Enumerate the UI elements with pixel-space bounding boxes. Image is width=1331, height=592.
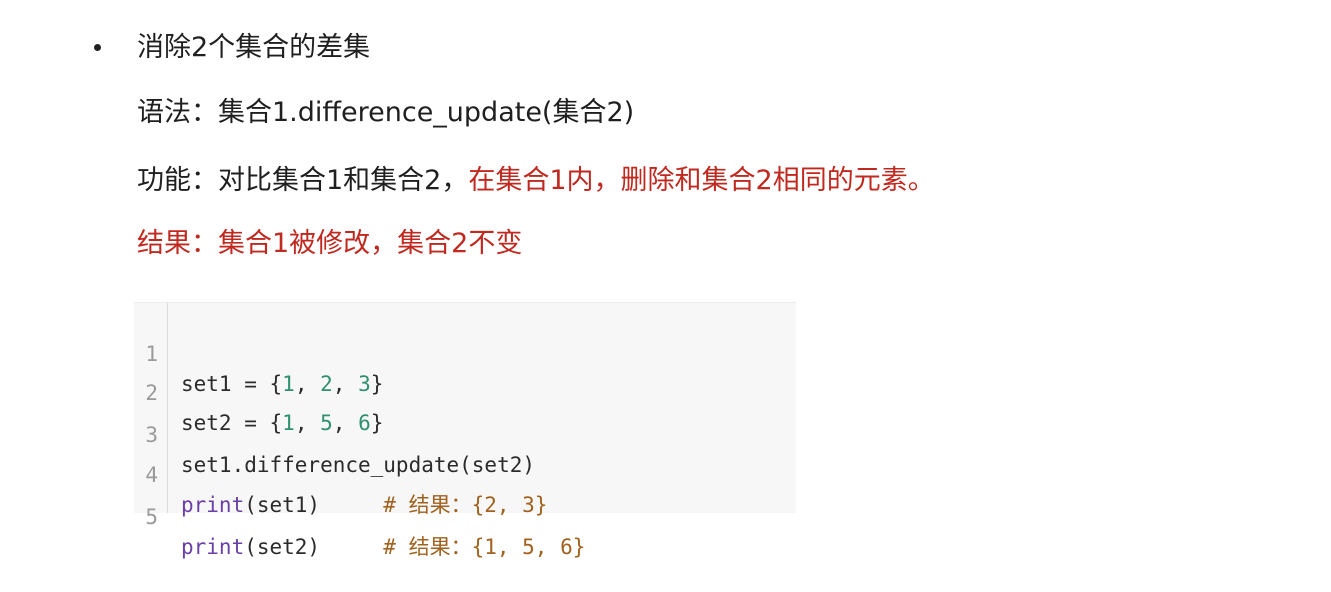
- bullet-point-icon: [94, 44, 101, 51]
- function-prefix: 功能：对比集合1和集合2，: [137, 165, 469, 196]
- code-line: 2 set2 = {1, 5, 6}: [134, 348, 796, 435]
- code-line: 5 print(set2) # 结果：{1, 5, 6}: [134, 472, 796, 559]
- code-line: 3 set1.difference_update(set2): [134, 390, 796, 477]
- bullet-title: 消除2个集合的差集: [137, 32, 371, 63]
- syntax-line: 语法：集合1.difference_update(集合2): [137, 97, 635, 128]
- result-line: 结果：集合1被修改，集合2不变: [137, 228, 523, 259]
- function-highlight: 在集合1内，删除和集合2相同的元素。: [468, 165, 935, 196]
- line-number: 5: [145, 505, 158, 529]
- code-block: 1 set1 = {1, 2, 3} 2 set2 = {1, 5, 6} 3 …: [134, 302, 796, 559]
- function-line: 功能：对比集合1和集合2，在集合1内，删除和集合2相同的元素。: [137, 164, 935, 198]
- code-line: 4 print(set1) # 结果：{2, 3}: [134, 430, 796, 517]
- code-line: 1 set1 = {1, 2, 3}: [134, 309, 796, 396]
